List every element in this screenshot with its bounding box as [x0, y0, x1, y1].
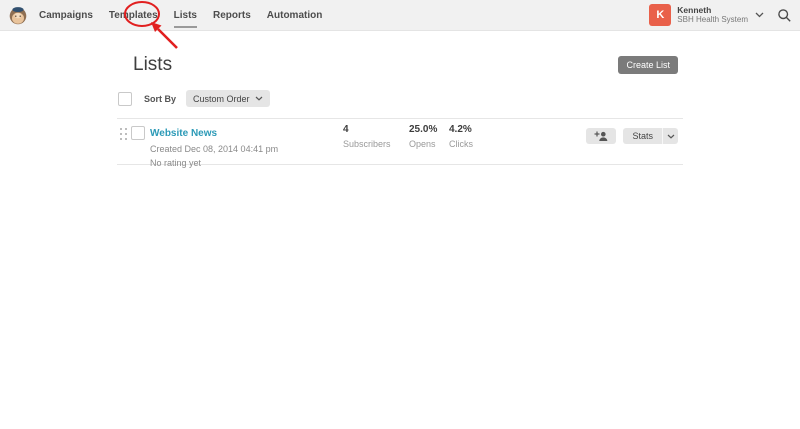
- nav-item-templates[interactable]: Templates: [109, 1, 158, 30]
- account-organization: SBH Health System: [677, 15, 748, 24]
- stat-subscribers: 4 Subscribers: [343, 125, 391, 149]
- stats-chevron-down-icon[interactable]: [662, 128, 678, 144]
- list-row: Website News Created Dec 08, 2014 04:41 …: [117, 119, 683, 165]
- mailchimp-logo-icon[interactable]: [8, 5, 28, 25]
- account-chevron-down-icon[interactable]: [755, 12, 764, 18]
- list-info: Website News Created Dec 08, 2014 04:41 …: [150, 124, 278, 168]
- stat-clicks-value: 4.2%: [449, 125, 473, 135]
- account-area: K Kenneth SBH Health System: [649, 4, 792, 26]
- sort-chevron-down-icon: [255, 96, 263, 101]
- stat-subscribers-label: Subscribers: [343, 140, 391, 149]
- nav-item-campaigns[interactable]: Campaigns: [39, 1, 93, 30]
- stats-split-button: Stats: [623, 128, 678, 144]
- nav-item-automation[interactable]: Automation: [267, 1, 323, 30]
- nav-item-lists[interactable]: Lists: [174, 1, 197, 30]
- list-rating: No rating yet: [150, 159, 278, 168]
- stat-subscribers-value: 4: [343, 125, 391, 135]
- account-name: Kenneth: [677, 6, 748, 16]
- add-subscriber-button[interactable]: [586, 128, 616, 144]
- search-icon[interactable]: [777, 8, 792, 23]
- select-all-checkbox[interactable]: [118, 92, 132, 106]
- avatar[interactable]: K: [649, 4, 671, 26]
- stats-button[interactable]: Stats: [623, 128, 662, 144]
- row-checkbox[interactable]: [131, 126, 145, 140]
- page-header: Lists Create List: [117, 31, 683, 76]
- stat-opens-label: Opens: [409, 140, 437, 149]
- sort-toolbar: Sort By Custom Order: [118, 90, 683, 107]
- drag-handle-icon[interactable]: [120, 128, 127, 140]
- list-created-date: Created Dec 08, 2014 04:41 pm: [150, 145, 278, 154]
- list-name-link[interactable]: Website News: [150, 128, 217, 139]
- sort-by-label: Sort By: [144, 94, 176, 104]
- nav-item-reports[interactable]: Reports: [213, 1, 251, 30]
- primary-nav: Campaigns Templates Lists Reports Automa…: [39, 1, 322, 30]
- stat-clicks: 4.2% Clicks: [449, 125, 473, 149]
- sort-order-value: Custom Order: [193, 94, 250, 104]
- account-names[interactable]: Kenneth SBH Health System: [677, 6, 748, 25]
- lists-page: Lists Create List Sort By Custom Order W…: [117, 31, 683, 165]
- stat-opens: 25.0% Opens: [409, 125, 437, 149]
- sort-order-dropdown[interactable]: Custom Order: [186, 90, 270, 107]
- create-list-button[interactable]: Create List: [618, 56, 678, 74]
- person-plus-icon: [594, 130, 608, 142]
- stat-clicks-label: Clicks: [449, 140, 473, 149]
- page-title: Lists: [133, 54, 172, 76]
- top-navigation-bar: Campaigns Templates Lists Reports Automa…: [0, 0, 800, 31]
- row-actions: Stats: [586, 128, 678, 144]
- stat-opens-value: 25.0%: [409, 125, 437, 135]
